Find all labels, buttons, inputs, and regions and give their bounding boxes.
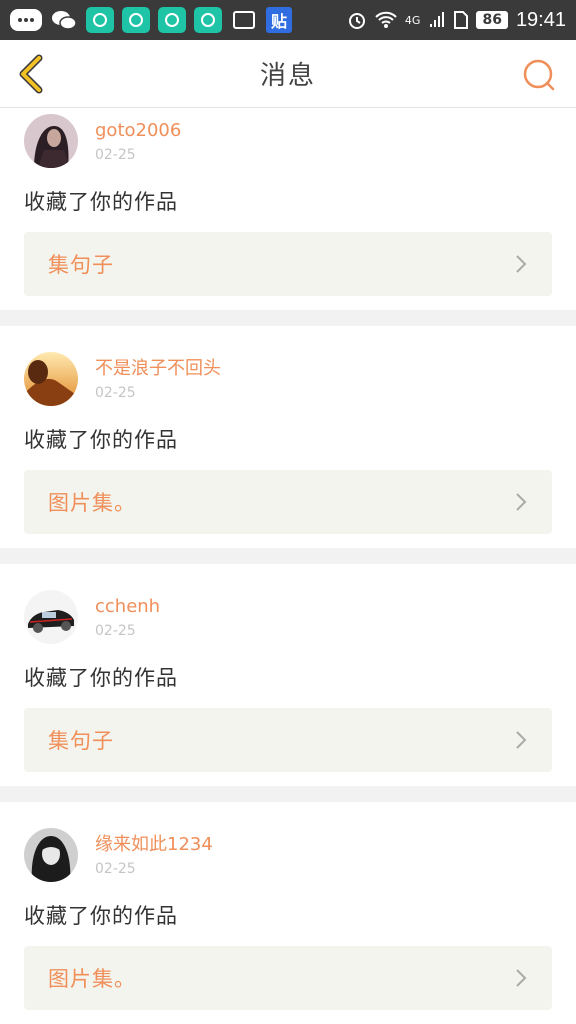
signal-icon — [430, 12, 445, 27]
avatar-car-icon[interactable] — [24, 590, 78, 644]
clock: 19:41 — [515, 8, 566, 31]
upload-app-icon — [158, 7, 186, 33]
user-row[interactable]: 不是浪子不回头 02-25 — [24, 352, 552, 406]
chevron-right-icon — [516, 493, 527, 511]
upload-app-icon — [86, 7, 114, 33]
alarm-icon — [348, 13, 365, 29]
status-bar: 贴 4G 86 19:41 — [0, 0, 576, 40]
wifi-icon — [375, 11, 397, 28]
battery-level: 86 — [476, 11, 508, 29]
sim-icon — [454, 11, 469, 29]
message-date: 02-25 — [95, 147, 136, 163]
user-name[interactable]: goto2006 — [95, 119, 181, 143]
avatar-sunset-icon[interactable] — [24, 352, 78, 406]
action-text: 收藏了你的作品 — [24, 904, 178, 928]
user-name[interactable]: 不是浪子不回头 — [95, 357, 221, 381]
back-button[interactable] — [14, 52, 48, 96]
work-title: 集句子 — [48, 729, 114, 753]
page-title: 消息 — [259, 61, 316, 91]
message-date: 02-25 — [95, 623, 136, 639]
work-link[interactable]: 集句子 — [24, 232, 552, 296]
message-card: goto2006 02-25 收藏了你的作品 集句子 — [0, 108, 576, 310]
scan-icon — [230, 7, 258, 33]
upload-app-icon — [194, 7, 222, 33]
more-dots-icon — [10, 9, 42, 31]
message-card: cchenh 02-25 收藏了你的作品 集句子 — [0, 564, 576, 786]
user-row[interactable]: cchenh 02-25 — [24, 590, 552, 644]
tieba-icon: 贴 — [266, 7, 292, 33]
work-link[interactable]: 集句子 — [24, 708, 552, 772]
action-text: 收藏了你的作品 — [24, 190, 178, 214]
chevron-right-icon — [516, 255, 527, 273]
user-row[interactable]: 缘来如此1234 02-25 — [24, 828, 552, 882]
message-date: 02-25 — [95, 861, 136, 877]
message-list: goto2006 02-25 收藏了你的作品 集句子 不是浪子不回头 02-25… — [0, 108, 576, 1024]
user-name[interactable]: cchenh — [95, 595, 160, 619]
wechat-icon — [50, 7, 78, 33]
chevron-right-icon — [516, 969, 527, 987]
app-header: 消息 — [0, 40, 576, 108]
work-link[interactable]: 图片集。 — [24, 470, 552, 534]
work-title: 图片集。 — [48, 967, 136, 991]
work-title: 集句子 — [48, 253, 114, 277]
network-type: 4G — [404, 13, 421, 27]
upload-app-icon — [122, 7, 150, 33]
work-title: 图片集。 — [48, 491, 136, 515]
user-row[interactable]: goto2006 02-25 — [24, 114, 552, 168]
action-text: 收藏了你的作品 — [24, 666, 178, 690]
action-text: 收藏了你的作品 — [24, 428, 178, 452]
message-card: 缘来如此1234 02-25 收藏了你的作品 图片集。 — [0, 802, 576, 1024]
message-date: 02-25 — [95, 385, 136, 401]
chevron-left-icon — [19, 54, 43, 94]
message-card: 不是浪子不回头 02-25 收藏了你的作品 图片集。 — [0, 326, 576, 548]
avatar-dark-hair-icon[interactable] — [24, 114, 78, 168]
user-name[interactable]: 缘来如此1234 — [95, 833, 213, 857]
avatar-bw-portrait-icon[interactable] — [24, 828, 78, 882]
search-button[interactable] — [522, 58, 556, 92]
search-icon — [523, 59, 555, 91]
chevron-right-icon — [516, 731, 527, 749]
work-link[interactable]: 图片集。 — [24, 946, 552, 1010]
